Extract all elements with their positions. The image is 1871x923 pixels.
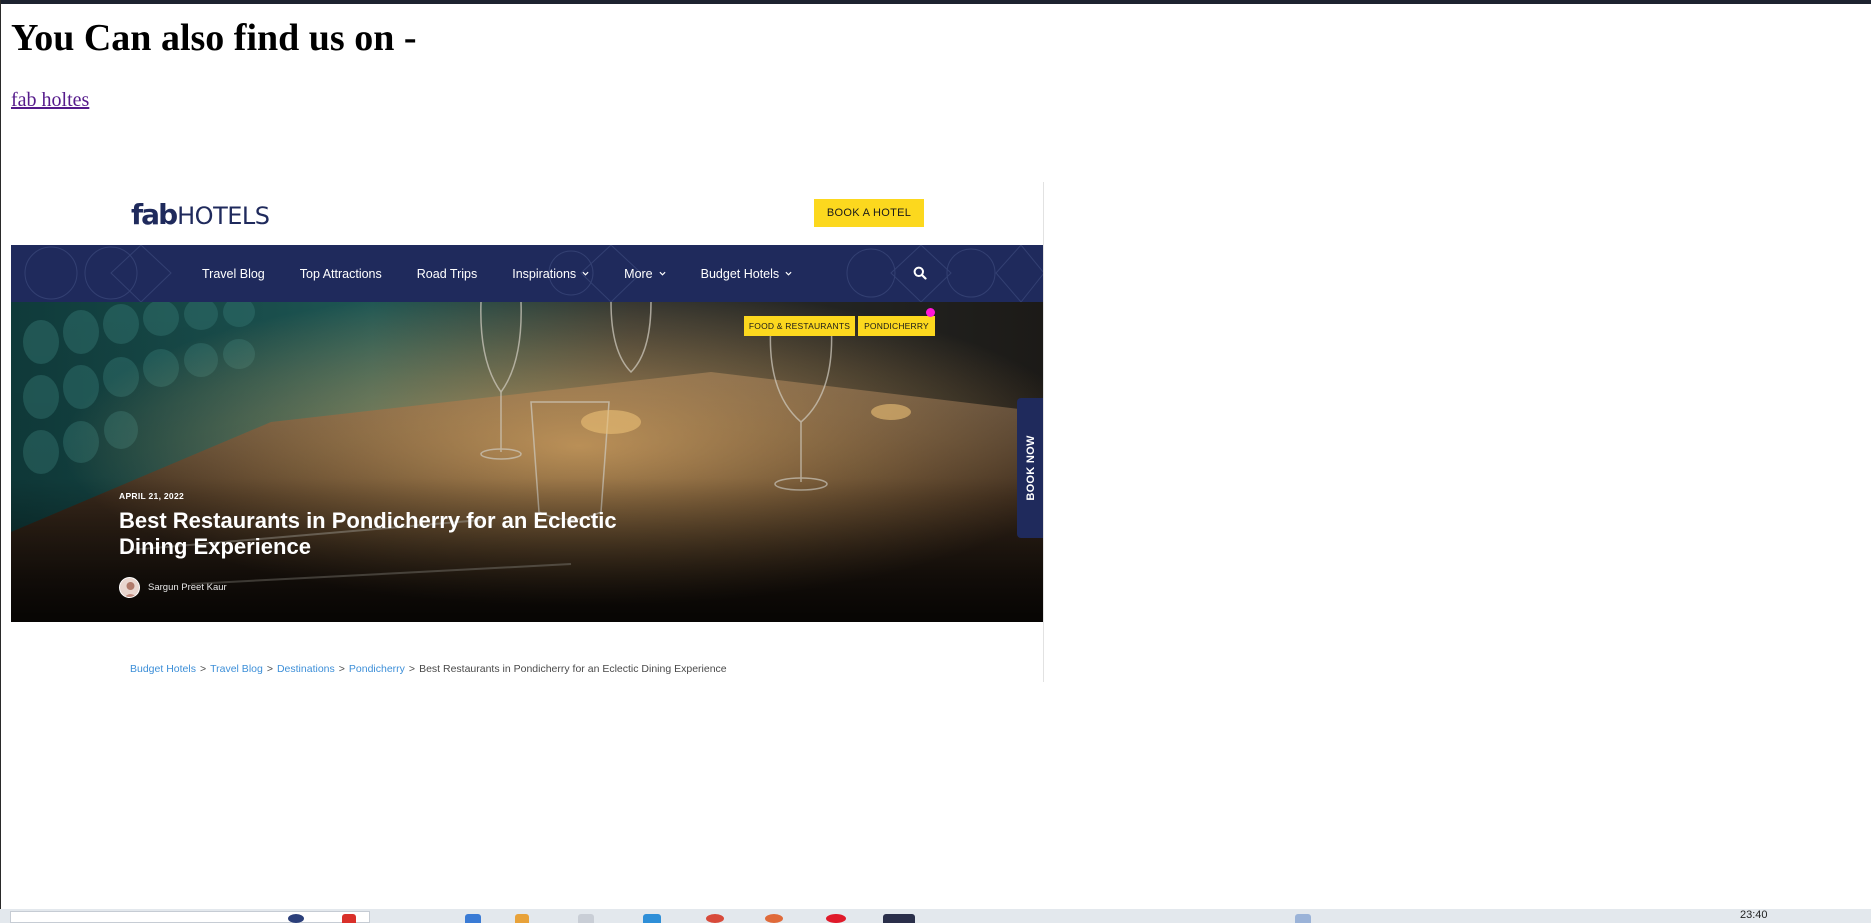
category-tag-food-restaurants[interactable]: FOOD & RESTAURANTS [744,316,855,336]
author-avatar[interactable] [119,577,140,598]
breadcrumb-link-travel-blog[interactable]: Travel Blog [210,663,263,675]
breadcrumb-separator: > [199,663,207,675]
nav-item-road-trips[interactable]: Road Trips [417,267,477,281]
hero-banner: FOOD & RESTAURANTS PONDICHERRY BOOK NOW … [11,302,1044,622]
nav-items: Travel Blog Top Attractions Road Trips Insp… [202,245,827,302]
breadcrumb-current: Best Restaurants in Pondicherry for an E… [419,663,727,675]
window-top-border [0,0,1871,4]
breadcrumb-link-budget-hotels[interactable]: Budget Hotels [130,663,196,675]
post-title: Best Restaurants in Pondicherry for an E… [119,508,617,559]
nav-item-top-attractions[interactable]: Top Attractions [300,267,382,281]
author-name[interactable]: Sargun Preet Kaur [148,582,227,593]
breadcrumb-link-destinations[interactable]: Destinations [277,663,335,675]
browser-icon[interactable] [288,914,304,923]
site-header: fab HOTELS BOOK A HOTEL [11,182,1044,244]
os-taskbar: 23:40 [0,909,1871,923]
nav-item-label: Inspirations [512,266,577,281]
chevron-down-icon [659,271,666,276]
breadcrumb-separator: > [266,663,273,675]
store-icon[interactable] [643,914,661,923]
nav-item-travel-blog[interactable]: Travel Blog [202,267,265,281]
logo-fab-text: fab [131,198,178,231]
terminal-icon[interactable] [883,914,915,923]
frame-right-border [1043,182,1044,682]
nav-item-more[interactable]: More [624,266,666,281]
breadcrumb-link-pondicherry[interactable]: Pondicherry [349,663,405,675]
window-left-border [0,0,1,910]
book-a-hotel-button[interactable]: BOOK A HOTEL [814,199,924,227]
book-now-side-tab[interactable]: BOOK NOW [1017,398,1044,538]
nav-item-label: Travel Blog [202,266,265,281]
breadcrumb-separator: > [338,663,345,675]
nav-item-label: More [624,266,653,281]
restaurant-table-image [11,302,1044,622]
search-icon[interactable] [913,266,927,280]
chevron-down-icon [582,271,589,276]
page-heading: You Can also find us on - [11,17,417,59]
nav-item-label: Top Attractions [299,266,382,281]
embedded-site-frame: fab HOTELS BOOK A HOTEL Travel Blog Top A… [11,182,1044,682]
logo-hotels-text: HOTELS [177,202,270,230]
category-tag-pondicherry[interactable]: PONDICHERRY [858,316,935,336]
breadcrumb: Budget Hotels > Travel Blog > Destinations > P… [130,663,727,675]
main-navigation: Travel Blog Top Attractions Road Trips Insp… [11,245,1044,302]
taskbar-search-box[interactable] [10,911,370,923]
nav-item-label: Road Trips [416,266,478,281]
notification-dot [926,308,935,317]
app-icon-3[interactable] [826,914,846,923]
post-date: APRIL 21, 2022 [119,491,184,501]
nav-item-label: Budget Hotels [700,266,780,281]
app-icon-2[interactable] [765,914,783,923]
document-icon[interactable] [578,914,594,923]
tray-icon[interactable] [1295,914,1311,923]
files-icon[interactable] [515,914,529,923]
taskbar-clock[interactable]: 23:40 [1740,909,1768,921]
nav-item-inspirations[interactable]: Inspirations [512,267,589,281]
folder-icon[interactable] [465,914,481,923]
media-icon[interactable] [706,914,724,923]
breadcrumb-separator: > [408,663,416,675]
fabhotels-logo[interactable]: fab HOTELS [131,198,270,231]
chevron-down-icon [785,271,792,276]
app-icon[interactable] [342,914,356,923]
book-now-label: BOOK NOW [1024,435,1037,501]
nav-item-budget-hotels[interactable]: Budget Hotels [701,267,793,281]
fab-hotels-link[interactable]: fab holtes [11,88,89,112]
